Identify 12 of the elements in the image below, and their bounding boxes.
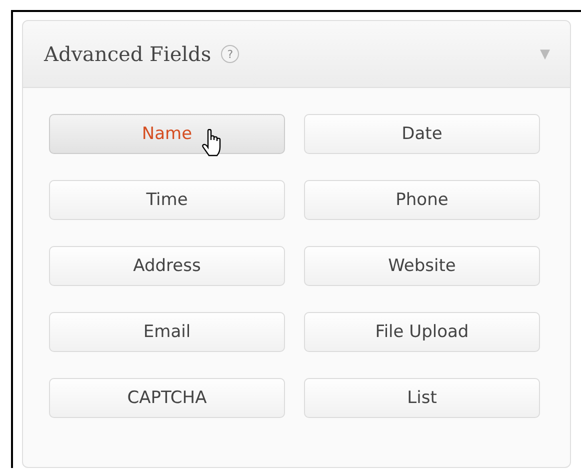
field-button[interactable]: CAPTCHA [49, 378, 285, 418]
panel-title: Advanced Fields [44, 42, 212, 66]
field-button[interactable]: Phone [304, 180, 540, 220]
field-button[interactable]: Date [304, 114, 540, 154]
field-button[interactable]: List [304, 378, 540, 418]
field-button[interactable]: File Upload [304, 312, 540, 352]
hand-cursor-icon [201, 129, 223, 157]
field-button[interactable]: Email [49, 312, 285, 352]
field-button[interactable]: Address [49, 246, 285, 286]
field-button[interactable]: Website [304, 246, 540, 286]
field-button[interactable]: Time [49, 180, 285, 220]
field-button[interactable]: Name [49, 114, 285, 154]
